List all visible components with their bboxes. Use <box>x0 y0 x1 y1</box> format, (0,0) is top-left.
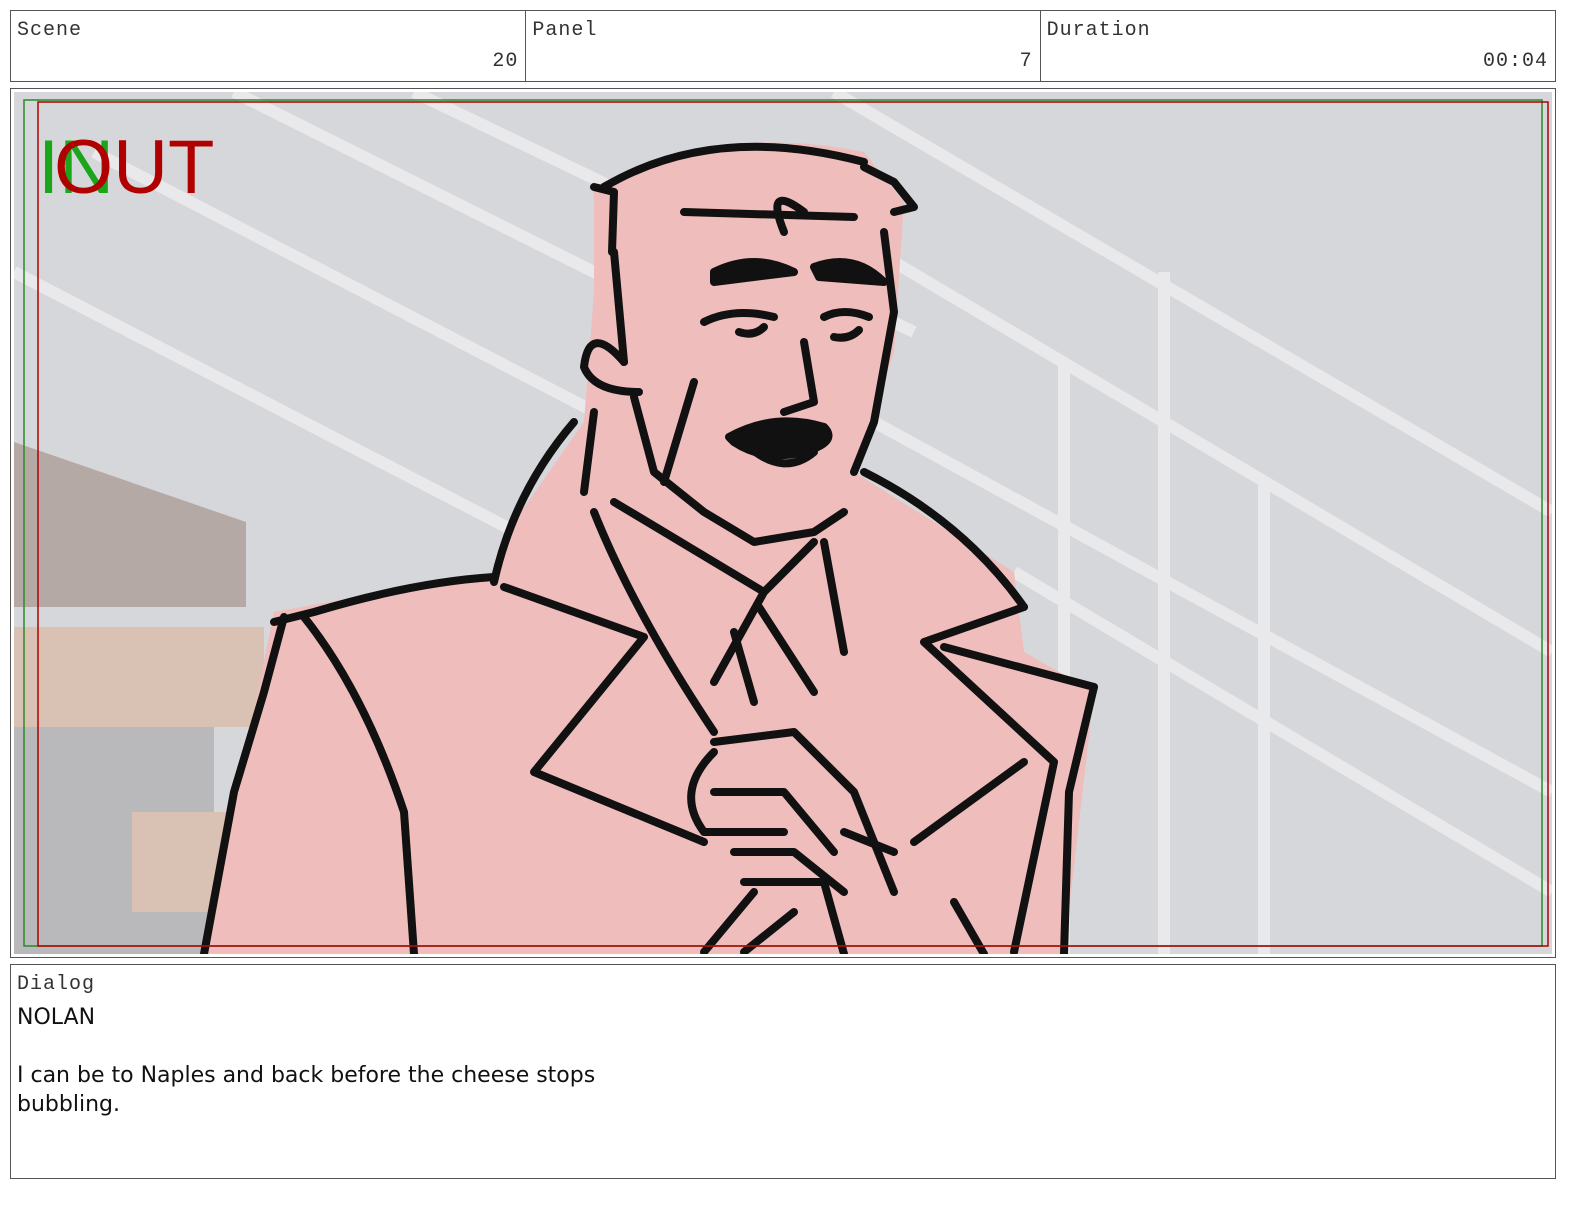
storyboard-image: IN OUT <box>14 92 1552 954</box>
scene-cell: Scene 20 <box>11 11 527 81</box>
dialog-label: Dialog <box>17 973 96 996</box>
panel-header: Scene 20 Panel 7 Duration 00:04 <box>10 10 1556 82</box>
dialog-line: I can be to Naples and back before the c… <box>17 1063 596 1117</box>
panel-label: Panel <box>532 19 598 42</box>
panel-number: 7 <box>1019 50 1033 73</box>
panel-cell: Panel 7 <box>526 11 1041 81</box>
duration-value: 00:04 <box>1482 50 1548 73</box>
dialog-speaker: NOLAN <box>17 1005 96 1030</box>
scene-label: Scene <box>17 19 83 42</box>
storyboard-frame: IN OUT <box>10 88 1556 958</box>
dialog-box: Dialog NOLAN I can be to Naples and back… <box>10 964 1556 1179</box>
scene-number: 20 <box>492 50 519 73</box>
out-marker: OUT <box>54 125 214 210</box>
stair-block <box>14 627 264 727</box>
duration-label: Duration <box>1046 19 1151 42</box>
duration-cell: Duration 00:04 <box>1041 11 1555 81</box>
